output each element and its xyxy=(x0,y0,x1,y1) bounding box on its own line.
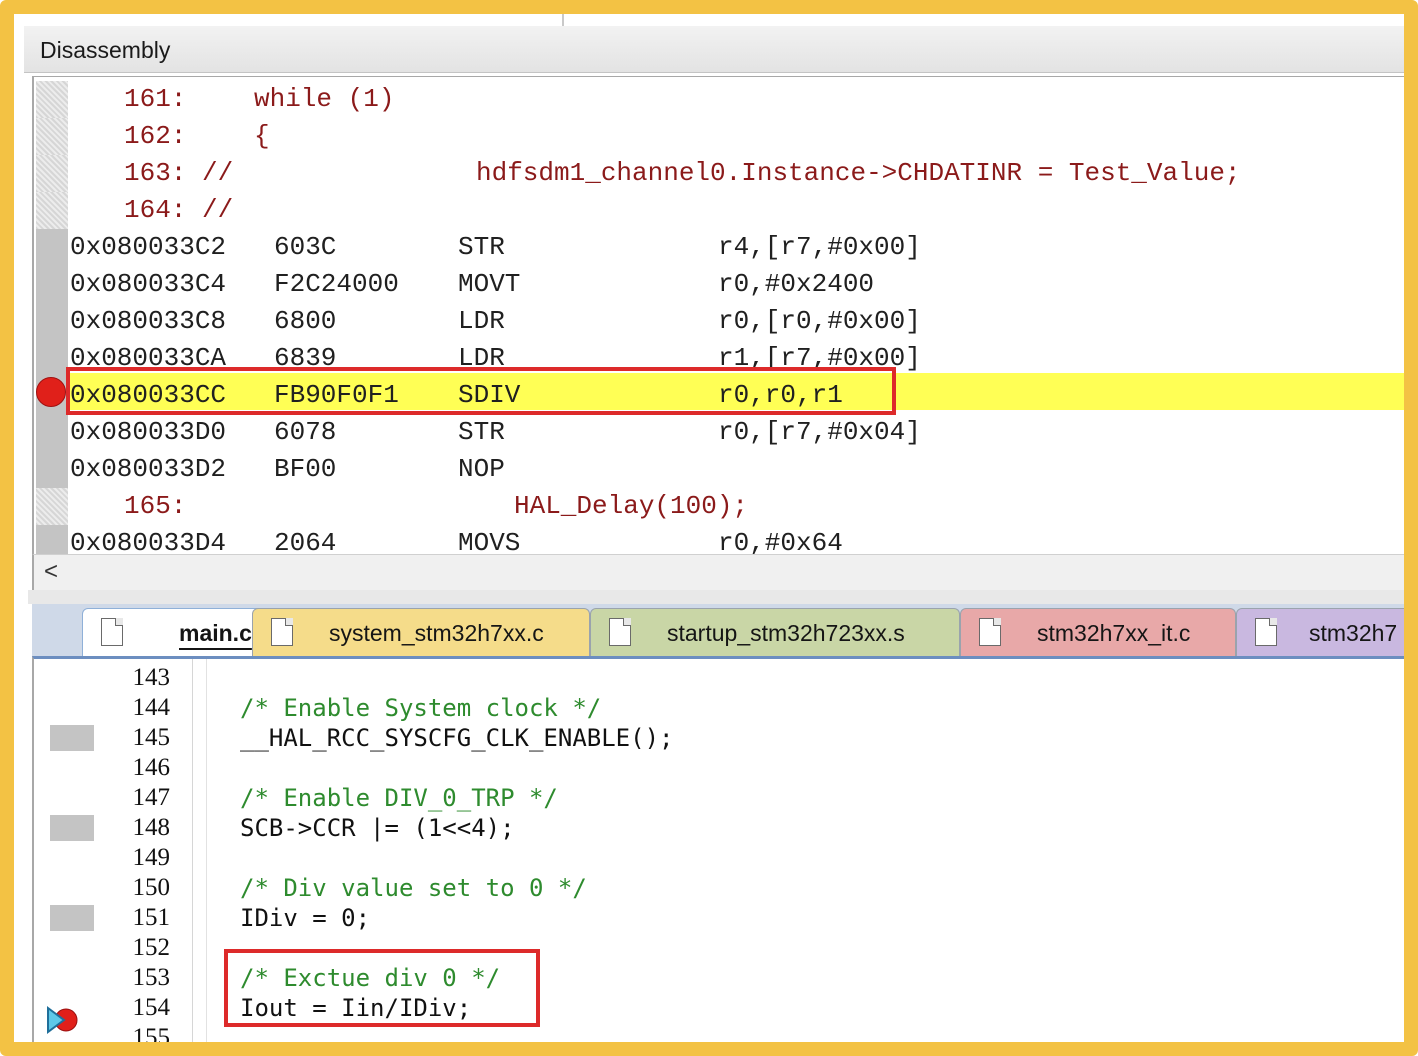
instruction-line[interactable]: 0x080033C4 F2C24000 MOVT r0,#0x2400 xyxy=(34,266,1404,303)
file-tab-bar: main.c system_stm32h7xx.c startup_stm32h… xyxy=(32,604,1404,656)
code-line[interactable]: /* Enable System clock */ xyxy=(240,693,601,723)
instruction-mnemonic: STR xyxy=(458,417,505,447)
source-code: { xyxy=(254,121,270,151)
instruction-addr: 0x080033C4 xyxy=(70,269,227,299)
instruction-opcode: 6078 xyxy=(274,417,337,447)
splitter-tick xyxy=(562,14,564,26)
tab-system-stm32h7xx-c[interactable]: system_stm32h7xx.c xyxy=(252,608,590,656)
line-number: 149 xyxy=(132,844,171,871)
instruction-addr: 0x080033D2 xyxy=(70,454,227,484)
line-number: 144 xyxy=(132,694,171,721)
tab-main-c[interactable]: main.c xyxy=(82,608,280,656)
instruction-operands: r0,[r0,#0x00] xyxy=(718,306,921,336)
line-number: 155 xyxy=(132,1024,171,1042)
instruction-line[interactable]: 0x080033D0 6078 STR r0,[r7,#0x04] xyxy=(34,414,1404,451)
code-line[interactable]: /* Div value set to 0 */ xyxy=(240,873,587,903)
tab-label: stm32h7 xyxy=(1309,620,1398,646)
tab-label: stm32h7xx_it.c xyxy=(1037,620,1191,646)
disassembly-pane[interactable]: 161: while (1) 162: {163: // hdfsdm1_channel… xyxy=(32,76,1404,555)
source-code: HAL_Delay(100); xyxy=(514,491,749,521)
instruction-line[interactable]: 0x080033C2 603C STR r4,[r7,#0x00] xyxy=(34,229,1404,266)
line-number: 154 xyxy=(132,994,171,1021)
breakpoint-icon[interactable] xyxy=(36,377,66,407)
executable-line-marker[interactable] xyxy=(50,725,94,751)
instruction-operands: r4,[r7,#0x00] xyxy=(718,232,921,262)
line-number: 143 xyxy=(132,664,171,691)
instruction-operands: r0,#0x64 xyxy=(718,528,843,555)
instruction-operands: r0,[r7,#0x04] xyxy=(718,417,921,447)
source-editor[interactable]: 143 144 /* Enable System clock */ 145 __HAL_… xyxy=(32,656,1404,1042)
instruction-mnemonic: LDR xyxy=(458,306,505,336)
executable-line-marker[interactable] xyxy=(50,905,94,931)
source-line[interactable]: 165: HAL_Delay(100); xyxy=(34,488,1404,525)
instruction-line[interactable]: 0x080033C8 6800 LDR r0,[r0,#0x00] xyxy=(34,303,1404,340)
source-line-number: 164: // xyxy=(124,195,234,225)
div-zero-highlight-box xyxy=(224,949,540,1027)
instruction-opcode: 2064 xyxy=(274,528,337,555)
source-code: while (1) xyxy=(254,84,395,114)
instruction-line[interactable]: 0x080033D4 2064 MOVS r0,#0x64 xyxy=(34,525,1404,555)
debugger-window: Disassembly 161: while (1) 162: {163: // hdf… xyxy=(14,14,1404,1042)
tab-label: startup_stm32h723xx.s xyxy=(667,620,905,646)
code-line[interactable]: /* Enable DIV_0_TRP */ xyxy=(240,783,558,813)
line-number: 150 xyxy=(132,874,171,901)
line-number-divider xyxy=(192,659,193,1042)
source-line[interactable]: 164: // xyxy=(34,192,1404,229)
instruction-line[interactable]: 0x080033D2 BF00 NOP xyxy=(34,451,1404,488)
scroll-left-arrow-icon[interactable]: < xyxy=(44,558,58,586)
line-number: 146 xyxy=(132,754,171,781)
tab-label: main.c xyxy=(179,620,252,646)
instruction-opcode: F2C24000 xyxy=(274,269,399,299)
instruction-addr: 0x080033D0 xyxy=(70,417,227,447)
code-line[interactable]: IDiv = 0; xyxy=(240,903,370,933)
instruction-opcode: 6800 xyxy=(274,306,337,336)
line-number: 153 xyxy=(132,964,171,991)
line-number: 152 xyxy=(132,934,171,961)
code-line[interactable]: SCB->CCR |= (1<<4); xyxy=(240,813,515,843)
source-line[interactable]: 162: { xyxy=(34,118,1404,155)
line-number: 147 xyxy=(132,784,171,811)
tab-stm32h7-truncated[interactable]: stm32h7 xyxy=(1236,608,1404,656)
pane-splitter[interactable] xyxy=(28,590,1404,604)
instruction-opcode: BF00 xyxy=(274,454,337,484)
window-title: Disassembly xyxy=(40,37,171,63)
top-strip xyxy=(14,14,1404,26)
instruction-addr: 0x080033C2 xyxy=(70,232,227,262)
instruction-opcode: 603C xyxy=(274,232,337,262)
instruction-mnemonic: NOP xyxy=(458,454,505,484)
file-icon xyxy=(609,618,631,646)
horizontal-scrollbar[interactable]: < xyxy=(32,554,1404,590)
current-line-pointer-icon xyxy=(47,1006,78,1034)
source-line-number: 161: xyxy=(124,84,187,114)
source-line-number: 162: xyxy=(124,121,187,151)
source-line-number: 165: xyxy=(124,491,187,521)
tab-startup-stm32h723xx-s[interactable]: startup_stm32h723xx.s xyxy=(590,608,960,656)
code-line[interactable]: __HAL_RCC_SYSCFG_CLK_ENABLE(); xyxy=(240,723,673,753)
source-code: hdfsdm1_channel0.Instance->CHDATINR = Te… xyxy=(476,158,1241,188)
editor-margin[interactable] xyxy=(42,659,94,1042)
source-line-number: 163: // xyxy=(124,158,234,188)
instruction-mnemonic: STR xyxy=(458,232,505,262)
source-line[interactable]: 161: while (1) xyxy=(34,81,1404,118)
file-icon xyxy=(979,618,1001,646)
line-number: 148 xyxy=(132,814,171,841)
instruction-addr: 0x080033D4 xyxy=(70,528,227,555)
instruction-addr: 0x080033C8 xyxy=(70,306,227,336)
tab-label: system_stm32h7xx.c xyxy=(329,620,544,646)
file-icon xyxy=(1255,618,1277,646)
instruction-mnemonic: MOVT xyxy=(458,269,521,299)
fold-divider xyxy=(206,659,207,1042)
file-icon xyxy=(271,618,293,646)
sdiv-highlight-box xyxy=(66,367,896,415)
file-icon xyxy=(101,618,123,646)
tab-stm32h7xx-it-c[interactable]: stm32h7xx_it.c xyxy=(960,608,1236,656)
line-number: 151 xyxy=(132,904,171,931)
instruction-operands: r0,#0x2400 xyxy=(718,269,875,299)
line-number: 145 xyxy=(132,724,171,751)
source-line[interactable]: 163: // hdfsdm1_channel0.Instance->CHDATI… xyxy=(34,155,1404,192)
executable-line-marker[interactable] xyxy=(50,815,94,841)
disassembly-title-bar: Disassembly xyxy=(24,26,1404,73)
instruction-mnemonic: MOVS xyxy=(458,528,521,555)
